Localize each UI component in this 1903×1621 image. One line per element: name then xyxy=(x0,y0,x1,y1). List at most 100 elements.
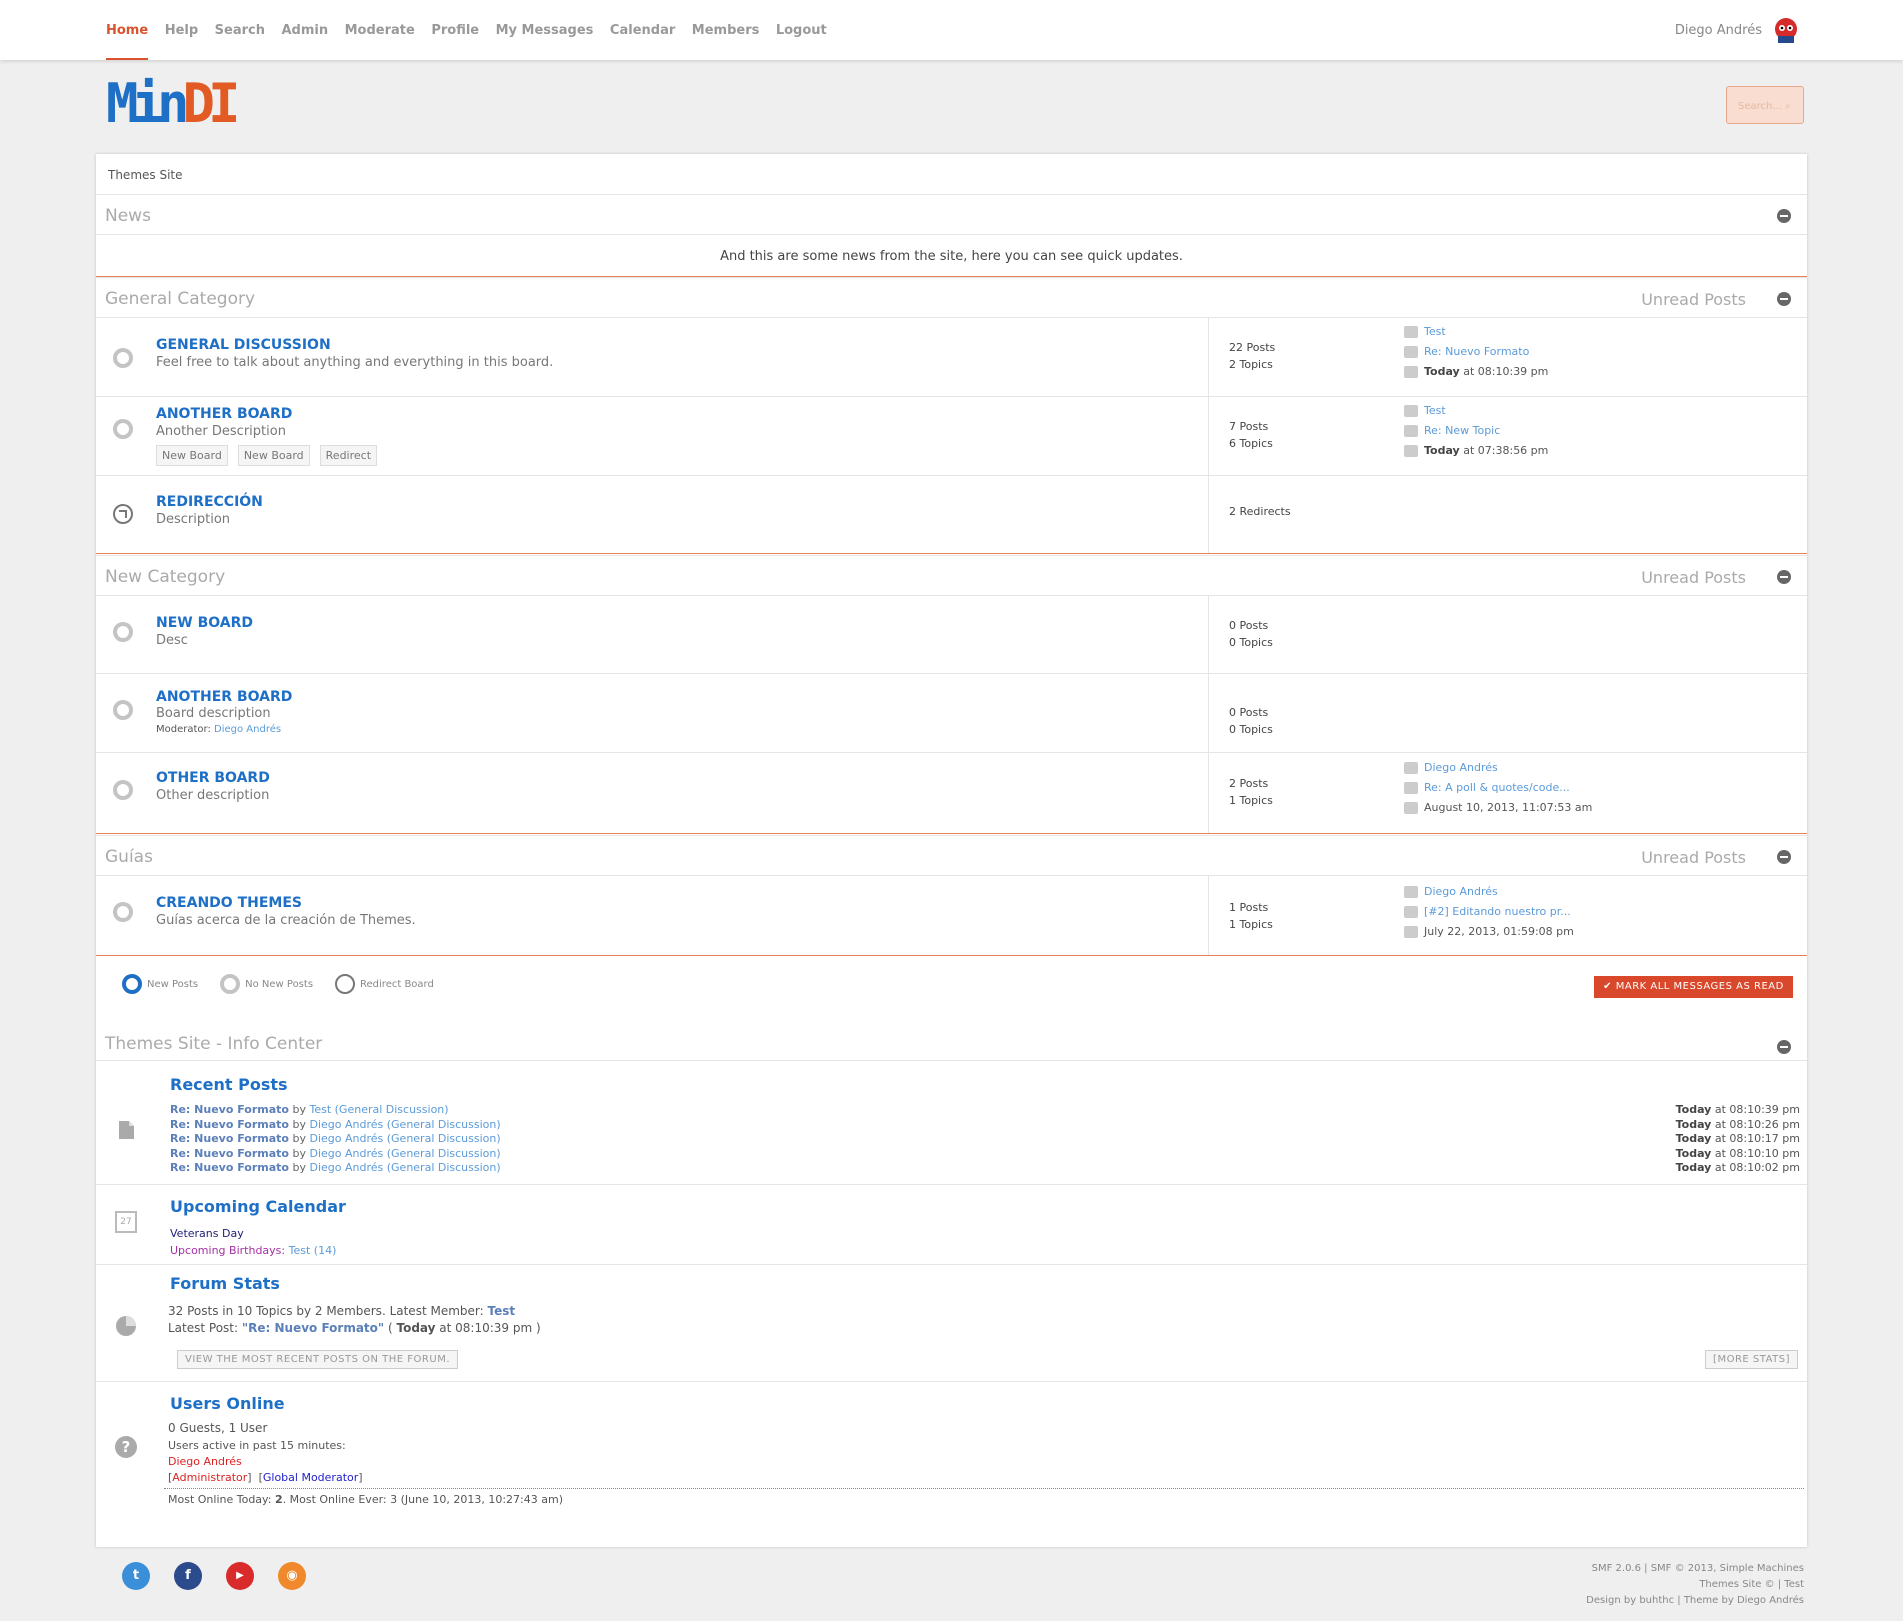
menu-help[interactable]: Help xyxy=(165,0,198,60)
post-board-link[interactable]: (General Discussion) xyxy=(387,1132,501,1145)
latest-post-link[interactable]: "Re: Nuevo Formato" xyxy=(242,1321,384,1335)
unread-posts-link[interactable]: Unread Posts xyxy=(1641,290,1746,309)
calendar-title[interactable]: Upcoming Calendar xyxy=(170,1197,346,1216)
last-post-topic[interactable]: Re: Nuevo Formato xyxy=(1424,342,1529,362)
category-title[interactable]: New Category xyxy=(105,567,225,587)
category-title[interactable]: Guías xyxy=(105,847,153,867)
more-stats-button[interactable]: [MORE STATS] xyxy=(1705,1350,1798,1369)
collapse-category-icon[interactable] xyxy=(1777,570,1791,584)
latest-post-day: Today xyxy=(396,1321,436,1335)
board-row: CREANDO THEMES Guías acerca de la creaci… xyxy=(96,876,1807,956)
footer-smf[interactable]: SMF 2.0.6 | SMF © 2013, Simple Machines xyxy=(1500,1561,1804,1577)
post-board-link[interactable]: (General Discussion) xyxy=(387,1161,501,1174)
board-name[interactable]: NEW BOARD xyxy=(156,615,253,631)
recent-post-item: Re: Nuevo Formato by Diego Andrés (Gener… xyxy=(170,1132,501,1147)
category-title[interactable]: General Category xyxy=(105,289,255,309)
child-board-link[interactable]: Redirect xyxy=(319,445,378,466)
menu-search[interactable]: Search xyxy=(215,0,265,60)
most-online: Most Online Today: 2. Most Online Ever: … xyxy=(168,1493,563,1506)
footer-site[interactable]: Themes Site © | Test xyxy=(1500,1577,1804,1593)
board-name[interactable]: CREANDO THEMES xyxy=(156,895,302,911)
collapse-news-icon[interactable] xyxy=(1777,209,1791,223)
search-input[interactable]: Search... ⌕ xyxy=(1726,86,1804,124)
board-name[interactable]: ANOTHER BOARD xyxy=(156,689,292,705)
post-user-link[interactable]: Diego Andrés xyxy=(309,1161,383,1174)
category-new: New Category Unread Posts xyxy=(96,555,1807,596)
board-row: NEW BOARD Desc 0 Posts 0 Topics xyxy=(96,596,1807,674)
stats-pie-icon xyxy=(116,1316,136,1336)
admin-group-link[interactable]: Administrator xyxy=(172,1471,247,1484)
recent-post-item: Re: Nuevo Formato by Diego Andrés (Gener… xyxy=(170,1147,501,1162)
last-date-bold: Today xyxy=(1424,444,1460,457)
board-name[interactable]: GENERAL DISCUSSION xyxy=(156,337,331,353)
board-name[interactable]: OTHER BOARD xyxy=(156,770,270,786)
menu-home[interactable]: Home xyxy=(106,0,149,60)
collapse-category-icon[interactable] xyxy=(1777,292,1791,306)
post-user-link[interactable]: Diego Andrés xyxy=(309,1147,383,1160)
last-post-user[interactable]: Test xyxy=(1424,401,1446,421)
child-board-link[interactable]: New Board xyxy=(156,445,228,466)
post-subject-link[interactable]: Re: Nuevo Formato xyxy=(170,1147,289,1160)
board-moderator: Moderator: Diego Andrés xyxy=(156,724,281,735)
child-board-link[interactable]: New Board xyxy=(237,445,310,466)
youtube-icon[interactable]: ▶ xyxy=(226,1562,254,1590)
menu-my-messages[interactable]: My Messages xyxy=(496,0,594,60)
site-logo[interactable]: MinDI xyxy=(106,74,241,134)
menu-members[interactable]: Members xyxy=(692,0,760,60)
news-text: And this are some news from the site, he… xyxy=(96,235,1807,277)
recent-posts-button[interactable]: VIEW THE MOST RECENT POSTS ON THE FORUM. xyxy=(177,1350,459,1369)
forum-stats-title[interactable]: Forum Stats xyxy=(170,1274,280,1293)
board-name[interactable]: REDIRECCIÓN xyxy=(156,494,263,510)
users-online-title[interactable]: Users Online xyxy=(170,1394,285,1413)
user-name[interactable]: Diego Andrés xyxy=(1675,23,1762,38)
post-subject-link[interactable]: Re: Nuevo Formato xyxy=(170,1103,289,1116)
recent-posts-title[interactable]: Recent Posts xyxy=(170,1075,288,1094)
menu-moderate[interactable]: Moderate xyxy=(345,0,415,60)
unread-posts-link[interactable]: Unread Posts xyxy=(1641,848,1746,867)
help-question-icon: ? xyxy=(115,1436,137,1458)
no-new-posts-icon xyxy=(113,622,133,642)
calendar-icon xyxy=(1404,445,1418,457)
post-subject-link[interactable]: Re: Nuevo Formato xyxy=(170,1161,289,1174)
global-mod-group-link[interactable]: Global Moderator xyxy=(263,1471,358,1484)
board-name[interactable]: ANOTHER BOARD xyxy=(156,406,292,422)
unread-posts-link[interactable]: Unread Posts xyxy=(1641,568,1746,587)
menu-admin[interactable]: Admin xyxy=(281,0,328,60)
user-area[interactable]: Diego Andrés xyxy=(1675,16,1800,44)
post-board-link[interactable]: (General Discussion) xyxy=(387,1118,501,1131)
menu-logout[interactable]: Logout xyxy=(776,0,827,60)
online-user-link[interactable]: Diego Andrés xyxy=(168,1455,242,1468)
moderator-link[interactable]: Diego Andrés xyxy=(214,724,281,735)
last-post-user[interactable]: Diego Andrés xyxy=(1424,758,1498,778)
twitter-icon[interactable]: t xyxy=(122,1562,150,1590)
post-board-link[interactable]: (General Discussion) xyxy=(335,1103,449,1116)
last-post-user[interactable]: Diego Andrés xyxy=(1424,882,1498,902)
post-subject-link[interactable]: Re: Nuevo Formato xyxy=(170,1132,289,1145)
post-subject-link[interactable]: Re: Nuevo Formato xyxy=(170,1118,289,1131)
no-new-posts-icon xyxy=(113,700,133,720)
mark-all-read-button[interactable]: ✔ MARK ALL MESSAGES AS READ xyxy=(1594,976,1793,998)
post-user-link[interactable]: Diego Andrés xyxy=(309,1118,383,1131)
last-post-topic[interactable]: Re: New Topic xyxy=(1424,421,1500,441)
menu-calendar[interactable]: Calendar xyxy=(610,0,675,60)
facebook-icon[interactable]: f xyxy=(174,1562,202,1590)
last-post-user[interactable]: Test xyxy=(1424,322,1446,342)
info-center-title: Themes Site - Info Center xyxy=(105,1034,323,1054)
post-user-link[interactable]: Diego Andrés xyxy=(309,1132,383,1145)
rss-icon[interactable]: ◉ xyxy=(278,1562,306,1590)
board-description: Other description xyxy=(156,788,270,803)
breadcrumb[interactable]: Themes Site xyxy=(108,168,183,182)
avatar[interactable] xyxy=(1772,16,1800,44)
menu-profile[interactable]: Profile xyxy=(431,0,479,60)
last-post-topic[interactable]: [#2] Editando nuestro pr... xyxy=(1424,902,1571,922)
latest-member-link[interactable]: Test xyxy=(487,1304,515,1318)
collapse-category-icon[interactable] xyxy=(1777,850,1791,864)
last-post-topic[interactable]: Re: A poll & quotes/code... xyxy=(1424,778,1570,798)
post-user-link[interactable]: Test xyxy=(309,1103,331,1116)
footer-design[interactable]: Design by buhthc | Theme by Diego Andrés xyxy=(1500,1593,1804,1609)
birthday-user-link[interactable]: Test (14) xyxy=(289,1244,337,1257)
post-board-link[interactable]: (General Discussion) xyxy=(387,1147,501,1160)
topic-icon xyxy=(1404,346,1418,358)
collapse-info-icon[interactable] xyxy=(1777,1040,1791,1054)
last-date-bold: Today xyxy=(1424,365,1460,378)
